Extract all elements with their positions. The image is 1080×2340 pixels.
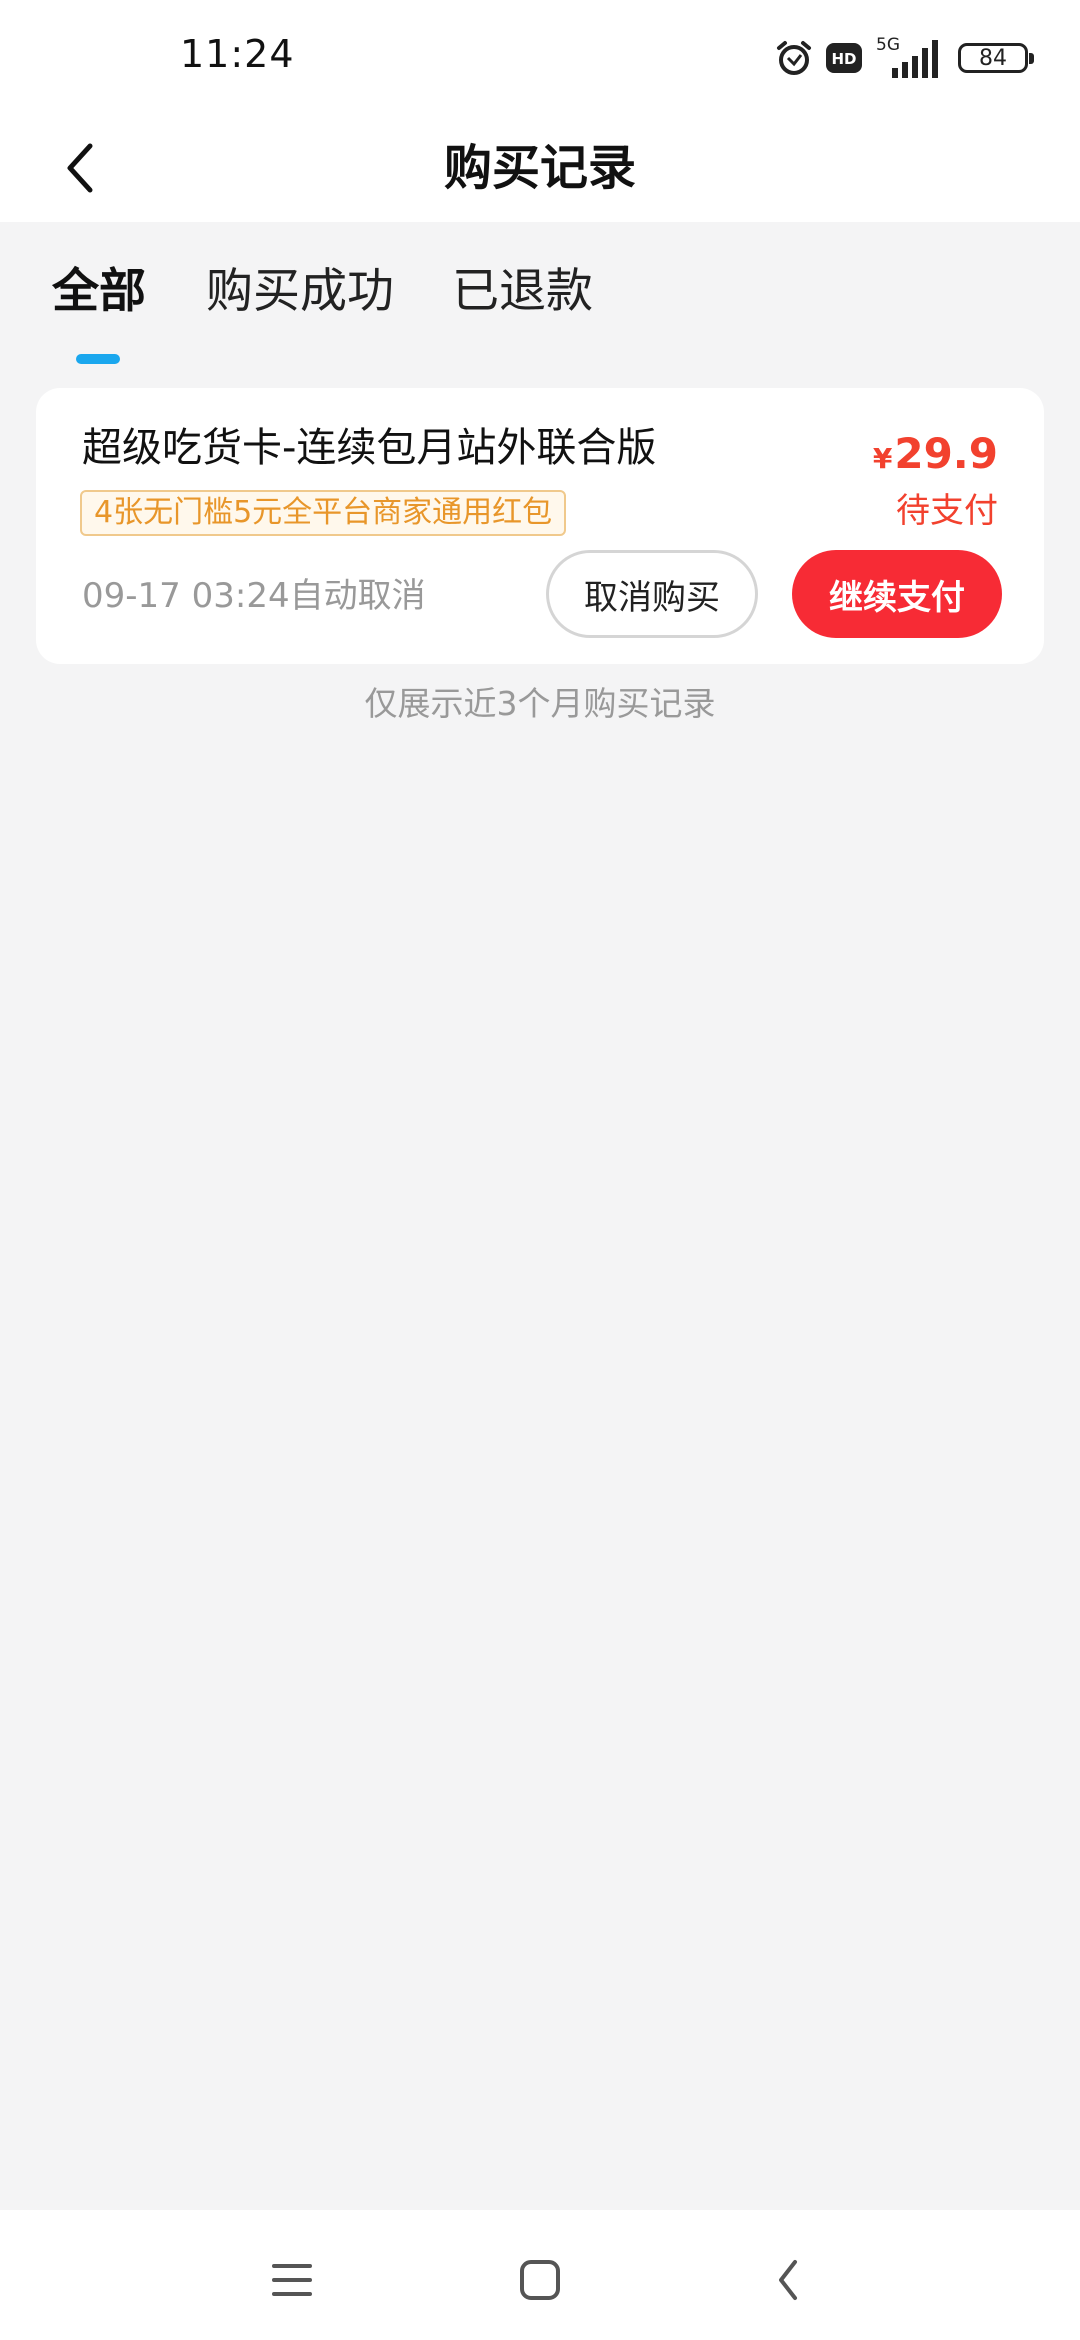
hd-icon: HD [826, 43, 862, 73]
tab-refunded[interactable]: 已退款 [452, 262, 593, 322]
signal-icon: 5G [874, 34, 940, 82]
tab-purchase-success[interactable]: 购买成功 [206, 262, 394, 322]
back-icon [779, 2260, 797, 2300]
promo-tag: 4张无门槛5元全平台商家通用红包 [80, 490, 567, 536]
hd-label: HD [831, 50, 856, 68]
status-time: 11:24 [180, 32, 295, 76]
status-icons: HD 5G 84 [774, 34, 1034, 82]
cancel-purchase-button[interactable]: 取消购买 [546, 550, 758, 638]
currency-symbol: ¥ [872, 442, 893, 475]
auto-cancel-time: 09-17 03:24自动取消 [82, 576, 426, 616]
status-bar: 11:24 HD 5G 84 [0, 0, 1080, 120]
menu-button[interactable] [262, 2250, 322, 2310]
history-note: 仅展示近3个月购买记录 [364, 684, 716, 723]
system-back-button[interactable] [758, 2250, 818, 2310]
continue-payment-button[interactable]: 继续支付 [792, 550, 1002, 638]
tab-bar: 全部 购买成功 已退款 [0, 262, 1080, 372]
home-button[interactable] [510, 2250, 570, 2310]
product-name: 超级吃货卡-连续包月站外联合版 [82, 425, 657, 471]
system-nav-bar [0, 2210, 1080, 2340]
page-title: 购买记录 [443, 140, 636, 196]
price-amount: 29.9 [894, 429, 998, 478]
order-card[interactable]: 超级吃货卡-连续包月站外联合版 4张无门槛5元全平台商家通用红包 ¥29.9 待… [36, 388, 1044, 664]
menu-icon [272, 2264, 312, 2296]
tab-all[interactable]: 全部 [52, 262, 146, 322]
nav-bar: 购买记录 [0, 120, 1080, 222]
network-label: 5G [876, 35, 900, 55]
price: ¥29.9 [873, 426, 998, 491]
home-icon [520, 2260, 560, 2300]
alarm-icon [774, 38, 814, 78]
tab-indicator [76, 354, 120, 364]
order-status: 待支付 [896, 491, 998, 531]
battery-level: 84 [979, 45, 1007, 71]
battery-icon: 84 [958, 43, 1034, 73]
